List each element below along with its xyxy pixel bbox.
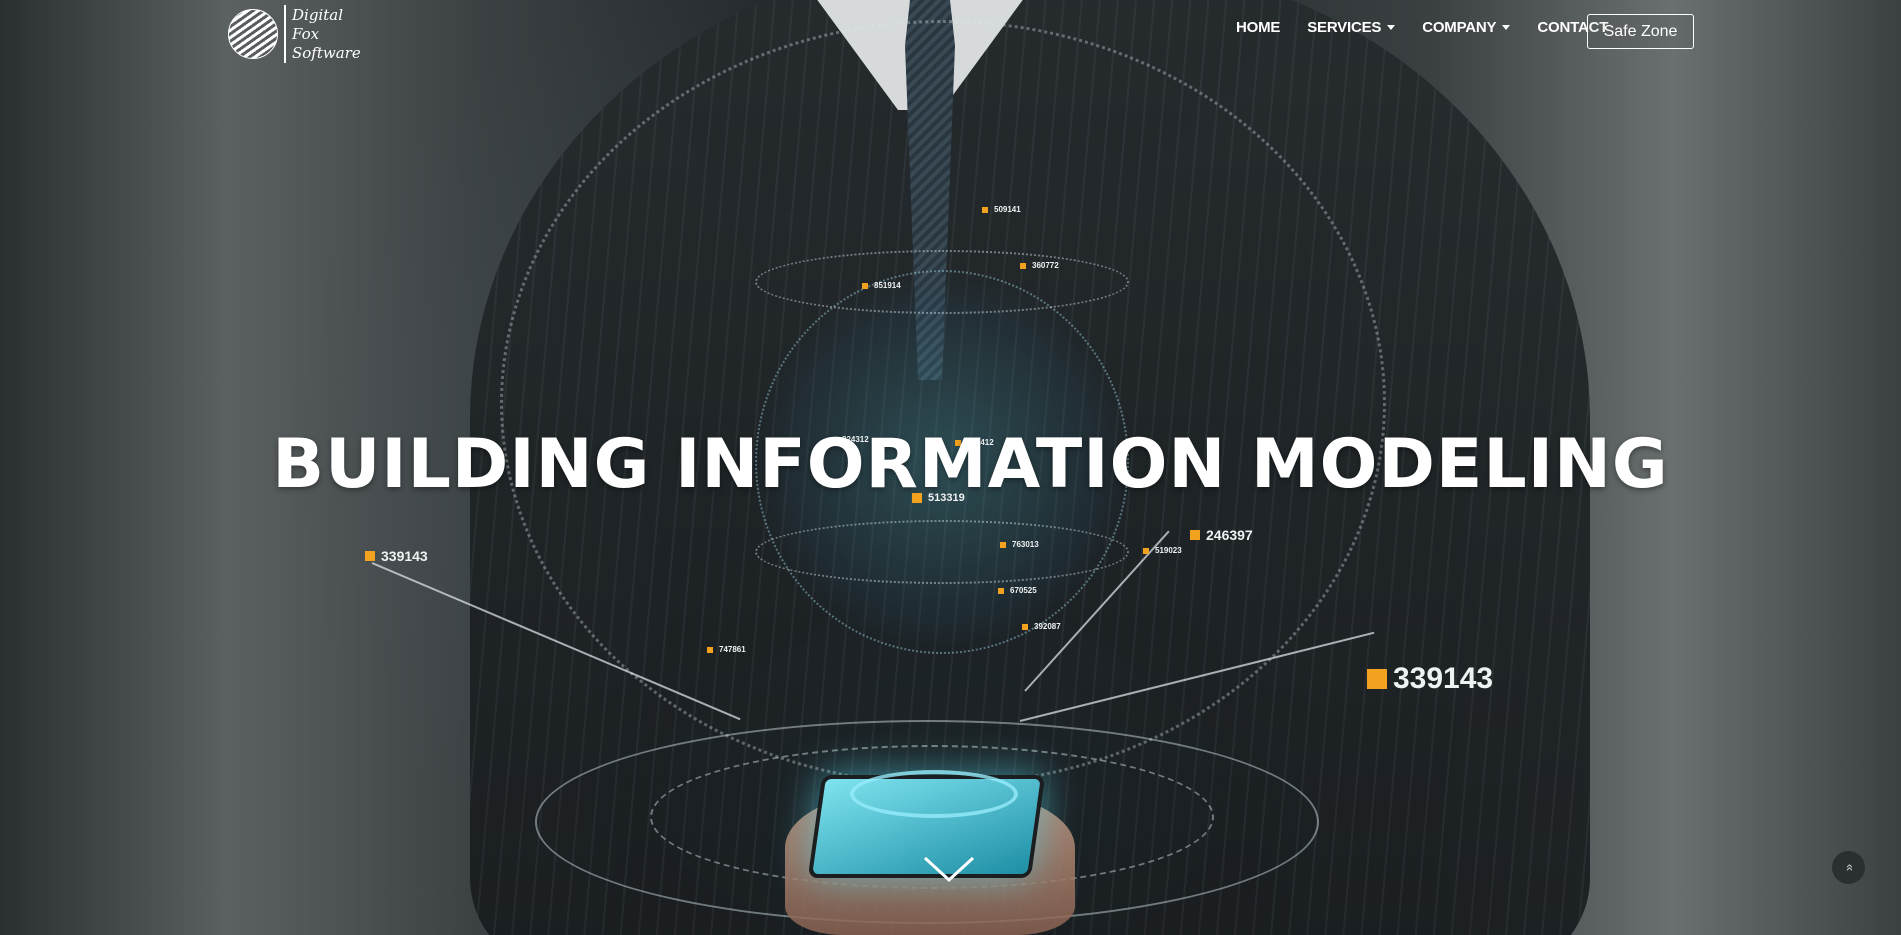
nav-item-label: COMPANY [1422,19,1497,36]
hologram-ring [755,250,1129,314]
nav-item-label: SERVICES [1307,19,1382,36]
top-navbar: Digital Fox Software HOME SERVICES COMPA… [0,0,1901,66]
brand-logo[interactable]: Digital Fox Software [228,2,368,66]
data-tag: 392087 [1022,622,1061,631]
hero-headline: BUILDING INFORMATION MODELING [272,425,1669,504]
data-tag: 509141 [982,205,1021,214]
hero-section: 339143 246397 339143 509141 360772 85191… [0,0,1901,935]
brand-name: Digital Fox Software [292,6,361,63]
tag-square-icon [1022,623,1028,630]
data-tag: 339143 [365,548,428,564]
logo-divider [284,5,286,63]
tag-square-icon [1000,541,1006,548]
nav-item-services[interactable]: SERVICES [1307,19,1396,36]
tag-square-icon [982,206,988,213]
nav-item-company[interactable]: COMPANY [1422,19,1511,36]
data-tag: 851914 [862,281,901,290]
nav-item-label: HOME [1236,19,1281,36]
tag-square-icon [365,551,375,561]
striped-globe-logo-icon [228,9,278,59]
scroll-down-chevron-icon[interactable] [921,850,977,890]
brand-name-line: Fox [292,24,320,43]
tag-square-icon [707,646,713,653]
tag-square-icon [862,282,868,289]
caret-down-icon [1387,25,1396,30]
brand-name-line: Digital [292,5,343,24]
hologram-ring [755,520,1129,584]
tag-square-icon [1190,530,1200,540]
data-tag: 339143 [1367,662,1493,696]
caret-down-icon [1502,25,1511,30]
brand-name-line: Software [292,43,361,62]
data-tag: 763013 [1000,540,1039,549]
hologram-ring [850,770,1018,818]
data-tag: 670525 [998,586,1037,595]
data-tag: 246397 [1190,527,1253,543]
tag-square-icon [1020,262,1026,269]
tag-square-icon [1143,547,1149,554]
main-nav: HOME SERVICES COMPANY CONTACT [1236,19,1635,36]
safe-zone-button[interactable]: Safe Zone [1587,14,1694,49]
data-tag: 360772 [1020,261,1059,270]
back-to-top-button[interactable]: » [1832,851,1865,884]
nav-item-home[interactable]: HOME [1236,19,1280,36]
tag-square-icon [998,587,1004,594]
tag-square-icon [1367,669,1387,689]
data-tag: 519023 [1143,546,1182,555]
data-tag: 747861 [707,645,746,654]
double-chevron-up-icon: » [1840,863,1856,872]
